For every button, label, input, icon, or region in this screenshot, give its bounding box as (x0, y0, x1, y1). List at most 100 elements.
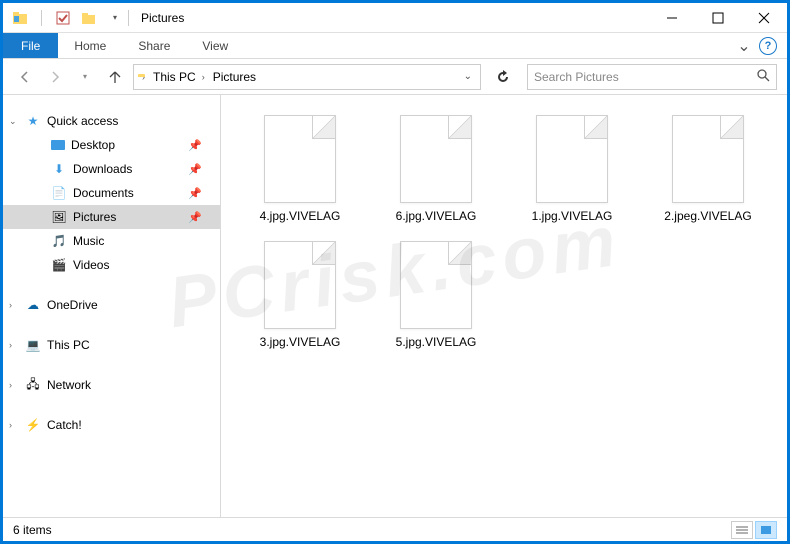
catch-icon: ⚡ (25, 417, 41, 433)
sidebar-item-documents[interactable]: 📄Documents📌 (3, 181, 220, 205)
maximize-button[interactable] (695, 3, 741, 33)
view-switcher (731, 521, 777, 539)
file-name: 6.jpg.VIVELAG (396, 209, 477, 223)
minimize-button[interactable] (649, 3, 695, 33)
sidebar-network[interactable]: › 🖧 Network (3, 373, 220, 397)
file-name: 4.jpg.VIVELAG (260, 209, 341, 223)
new-folder-icon[interactable] (80, 9, 98, 27)
file-item[interactable]: 1.jpg.VIVELAG (517, 115, 627, 223)
network-icon: 🖧 (25, 377, 41, 393)
sidebar-quick-access[interactable]: ⌄ ★ Quick access (3, 109, 220, 133)
tab-share[interactable]: Share (122, 33, 186, 58)
pin-icon: 📌 (188, 139, 202, 152)
sidebar-item-label: Documents (73, 186, 134, 200)
file-icon (264, 241, 336, 329)
sidebar-item-label: Network (47, 378, 91, 392)
file-icon (672, 115, 744, 203)
music-icon: 🎵 (51, 233, 67, 249)
sidebar-item-label: This PC (47, 338, 90, 352)
pin-icon: 📌 (188, 187, 202, 200)
file-icon (264, 115, 336, 203)
breadcrumb[interactable]: This PC (149, 70, 198, 84)
forward-button[interactable] (43, 65, 67, 89)
recent-locations-icon[interactable]: ▾ (73, 65, 97, 89)
up-button[interactable] (103, 65, 127, 89)
main-area: ⌄ ★ Quick access Desktop📌 ⬇Downloads📌 📄D… (3, 95, 787, 519)
separator (128, 10, 129, 26)
icons-view-button[interactable] (755, 521, 777, 539)
star-icon: ★ (25, 113, 41, 129)
file-item[interactable]: 4.jpg.VIVELAG (245, 115, 355, 223)
sidebar-item-label: Desktop (71, 138, 115, 152)
search-icon[interactable] (756, 68, 770, 85)
pictures-icon: 🖼 (51, 209, 67, 225)
sidebar-item-label: Pictures (73, 210, 116, 224)
sidebar-this-pc[interactable]: › 💻 This PC (3, 333, 220, 357)
file-item[interactable]: 5.jpg.VIVELAG (381, 241, 491, 349)
file-name: 3.jpg.VIVELAG (260, 335, 341, 349)
file-tab[interactable]: File (3, 33, 58, 58)
item-count: 6 items (13, 523, 52, 537)
file-grid[interactable]: 4.jpg.VIVELAG 6.jpg.VIVELAG 1.jpg.VIVELA… (221, 95, 787, 519)
sidebar-item-label: Downloads (73, 162, 132, 176)
navigation-bar: ▾ › This PC › Pictures ⌄ Search Pictures (3, 59, 787, 95)
file-name: 2.jpeg.VIVELAG (664, 209, 751, 223)
file-icon (400, 241, 472, 329)
computer-icon: 💻 (25, 337, 41, 353)
chevron-right-icon[interactable]: › (9, 420, 19, 430)
separator (41, 10, 42, 26)
pin-icon: 📌 (188, 163, 202, 176)
sidebar-item-music[interactable]: 🎵 Music (3, 229, 220, 253)
navigation-pane: ⌄ ★ Quick access Desktop📌 ⬇Downloads📌 📄D… (3, 95, 221, 519)
sidebar-catch[interactable]: › ⚡ Catch! (3, 413, 220, 437)
sidebar-item-label: OneDrive (47, 298, 98, 312)
details-view-button[interactable] (731, 521, 753, 539)
search-placeholder: Search Pictures (534, 70, 619, 84)
pin-icon: 📌 (188, 211, 202, 224)
sidebar-item-pictures[interactable]: 🖼 Pictures 📌 (3, 205, 220, 229)
ribbon: File Home Share View ⌄ ? (3, 33, 787, 59)
sidebar-onedrive[interactable]: › ☁ OneDrive (3, 293, 220, 317)
ribbon-expand-icon[interactable]: ⌄ (729, 33, 759, 58)
file-item[interactable]: 6.jpg.VIVELAG (381, 115, 491, 223)
tab-home[interactable]: Home (58, 33, 122, 58)
breadcrumb[interactable]: Pictures (209, 70, 258, 84)
file-name: 1.jpg.VIVELAG (532, 209, 613, 223)
file-item[interactable]: 2.jpeg.VIVELAG (653, 115, 763, 223)
qat-dropdown-icon[interactable]: ▾ (106, 9, 124, 27)
sidebar-item-downloads[interactable]: ⬇ Downloads 📌 (3, 157, 220, 181)
chevron-down-icon[interactable]: ⌄ (9, 116, 19, 127)
desktop-icon (51, 140, 65, 150)
back-button[interactable] (13, 65, 37, 89)
titlebar: ▾ Pictures (3, 3, 787, 33)
chevron-right-icon[interactable]: › (9, 340, 19, 350)
quick-access-toolbar: ▾ (11, 9, 124, 27)
explorer-icon[interactable] (11, 9, 29, 27)
chevron-right-icon[interactable]: › (198, 72, 209, 82)
chevron-right-icon[interactable]: › (9, 380, 19, 390)
window-title: Pictures (141, 11, 184, 25)
sidebar-item-label: Music (73, 234, 104, 248)
downloads-icon: ⬇ (51, 161, 67, 177)
cloud-icon: ☁ (25, 297, 41, 313)
sidebar-item-label: Catch! (47, 418, 82, 432)
address-bar[interactable]: › This PC › Pictures ⌄ (133, 64, 481, 90)
address-dropdown-icon[interactable]: ⌄ (460, 71, 476, 82)
close-button[interactable] (741, 3, 787, 33)
sidebar-item-label: Quick access (47, 114, 118, 128)
refresh-button[interactable] (491, 65, 515, 89)
file-icon (536, 115, 608, 203)
status-bar: 6 items (3, 517, 787, 541)
sidebar-item-videos[interactable]: 🎬 Videos (3, 253, 220, 277)
sidebar-item-label: Videos (73, 258, 109, 272)
search-box[interactable]: Search Pictures (527, 64, 777, 90)
file-item[interactable]: 3.jpg.VIVELAG (245, 241, 355, 349)
properties-icon[interactable] (54, 9, 72, 27)
videos-icon: 🎬 (51, 257, 67, 273)
help-button[interactable]: ? (759, 37, 777, 55)
sidebar-item-desktop[interactable]: Desktop 📌 (3, 133, 220, 157)
file-name: 5.jpg.VIVELAG (396, 335, 477, 349)
tab-view[interactable]: View (186, 33, 244, 58)
file-icon (400, 115, 472, 203)
chevron-right-icon[interactable]: › (9, 300, 19, 310)
